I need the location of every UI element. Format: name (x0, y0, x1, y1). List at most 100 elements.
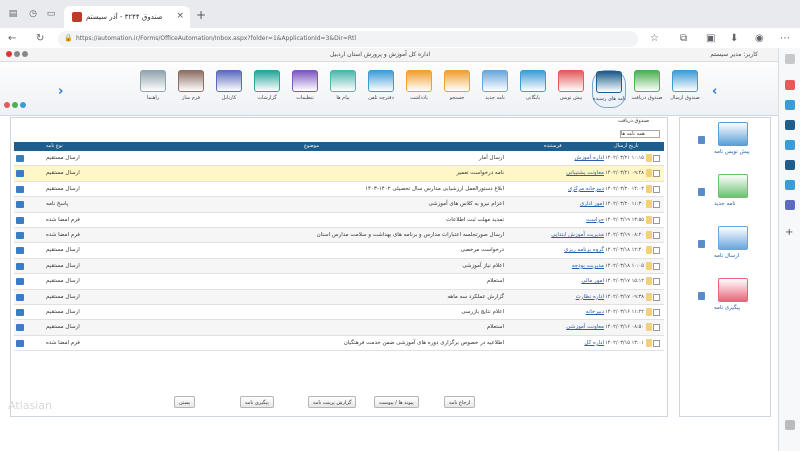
scroll-left-icon[interactable]: › (58, 84, 63, 99)
sidebar-settings-icon[interactable] (785, 420, 795, 430)
toolbar-item[interactable]: کارتابل (212, 70, 246, 108)
row-checkbox[interactable] (653, 216, 660, 224)
cell-sender[interactable]: اداره نظارت (576, 294, 604, 300)
sidebar-shopping-icon[interactable] (785, 80, 795, 90)
favorite-icon[interactable]: ☆ (650, 33, 659, 44)
toolbar-item[interactable]: نامه های رسیده (592, 70, 626, 108)
toolbar-item[interactable]: صندوق ارسال (668, 70, 702, 108)
message-icon[interactable] (16, 170, 24, 178)
cell-sender[interactable]: گروه برنامه ریزی (564, 247, 604, 253)
col-date[interactable]: تاریخ ارسال (614, 143, 639, 149)
table-row[interactable]: ارسال مستقیم ارسال آمار اداره آموزش ۱۴۰۲/۰۳… (14, 151, 664, 167)
message-icon[interactable] (16, 324, 24, 332)
window-menu-icon[interactable]: ▤ (8, 9, 18, 19)
toolbar-item[interactable]: پیام ها (326, 70, 360, 108)
table-row[interactable]: ارسال مستقیم درخواست مرخصی گروه برنامه ریز… (14, 243, 664, 259)
toolbar-item[interactable]: جستجو (440, 70, 474, 108)
toolbar-item[interactable]: گزارشات (250, 70, 284, 108)
action-button[interactable]: بستن (174, 396, 196, 408)
table-row[interactable]: فرم امضا شده تمدید مهلت ثبت اطلاعات حراست ۱… (14, 213, 664, 228)
cell-sender[interactable]: حراست (586, 217, 604, 223)
sidebar-search-icon[interactable] (785, 54, 795, 64)
cell-sender[interactable]: اداره آموزش (575, 155, 604, 161)
message-icon[interactable] (16, 339, 24, 347)
downloads-icon[interactable]: ⬇ (730, 33, 738, 44)
action-button[interactable]: پیوند ها / پیوست (374, 396, 419, 408)
sidebar-outlook-icon[interactable] (785, 160, 795, 170)
browser-menu-icon[interactable]: ⋯ (780, 33, 790, 44)
message-icon[interactable] (16, 201, 24, 209)
toolbar-item[interactable]: راهنما (136, 70, 170, 108)
row-checkbox[interactable] (653, 308, 660, 316)
user-icon[interactable] (22, 51, 28, 57)
table-row[interactable]: ارسال مستقیم استعلام امور مالی ۱۴۰۲/۰۳/۱۷ ۱… (14, 274, 664, 290)
row-checkbox[interactable] (653, 278, 660, 286)
table-row[interactable]: فرم امضا شده ارسال صورتجلسه اعتبارات مدار… (14, 227, 664, 244)
toolbar-item[interactable]: فرم ساز (174, 70, 208, 108)
action-button[interactable]: پیگیری نامه (240, 396, 274, 408)
cell-sender[interactable]: امور مالی (581, 278, 604, 284)
action-button[interactable]: ارجاع نامه (444, 396, 476, 408)
sidebar-mail-icon[interactable] (785, 180, 795, 190)
table-row[interactable]: ارسال مستقیم استعلام معاونت آموزشی ۱۴۰۲/۰۳/… (14, 320, 664, 336)
message-icon[interactable] (16, 231, 24, 239)
tab-close-icon[interactable]: × (176, 11, 184, 21)
shortcut-item[interactable]: نامه جدید (686, 174, 768, 218)
profile-icon[interactable]: ◉ (755, 33, 764, 44)
toolbar-item[interactable]: تنظیمات (288, 70, 322, 108)
row-checkbox[interactable] (653, 339, 660, 347)
tab-group-icon[interactable]: ▭ (46, 9, 56, 19)
cell-sender[interactable]: معاونت آموزشی (566, 324, 604, 330)
toolbar-item[interactable]: نامه جدید (478, 70, 512, 108)
table-row[interactable]: ارسال مستقیم گزارش عملکرد سه ماهه اداره نظ… (14, 289, 664, 305)
message-icon[interactable] (16, 262, 24, 270)
sidebar-teams-icon[interactable] (785, 200, 795, 210)
message-icon[interactable] (16, 155, 24, 162)
row-checkbox[interactable] (653, 324, 660, 332)
cell-sender[interactable]: معاونت پشتیبانی (566, 170, 604, 176)
cell-sender[interactable]: اداره کل (584, 340, 604, 346)
table-row[interactable]: فرم امضا شده اطلاعیه در خصوص برگزاری دوره… (14, 336, 664, 352)
sidebar-add-icon[interactable]: + (785, 228, 795, 238)
toolbar-item[interactable]: بایگانی (516, 70, 550, 108)
filter-select[interactable]: همه نامه ها (620, 130, 660, 138)
collections-icon[interactable]: ▣ (706, 33, 715, 44)
url-field[interactable]: 🔒 https://automation.ir/Forms/OfficeAuto… (58, 31, 638, 47)
sidebar-games-icon[interactable] (785, 120, 795, 130)
message-icon[interactable] (16, 293, 24, 301)
cell-sender[interactable]: مدیریت بودجه (572, 263, 604, 269)
message-icon[interactable] (16, 247, 24, 255)
message-icon[interactable] (16, 185, 24, 193)
cell-sender[interactable]: دبیرخانه مرکزی (568, 186, 604, 192)
col-subject[interactable]: موضوع (304, 143, 319, 149)
row-checkbox[interactable] (653, 247, 660, 255)
message-icon[interactable] (16, 278, 24, 286)
close-app-icon[interactable] (6, 51, 12, 57)
toolbar-item[interactable]: صندوق دریافت (630, 70, 664, 108)
reload-icon[interactable]: ↻ (36, 33, 44, 44)
table-row[interactable]: ارسال مستقیم اعلام نتایج بازرسی دبیرخانه ۱۴… (14, 305, 664, 321)
browser-tab[interactable]: صندوق ۳۲۴۴ - آذر سیستم × (64, 6, 190, 28)
toolbar-item[interactable]: یادداشت (402, 70, 436, 108)
toolbar-item[interactable]: پیش نویس (554, 70, 588, 108)
cell-sender[interactable]: امور اداری (580, 201, 604, 207)
message-icon[interactable] (16, 308, 24, 316)
row-checkbox[interactable] (653, 262, 660, 270)
table-row[interactable]: ارسال مستقیم ابلاغ دستورالعمل ارزشیابی مد… (14, 182, 664, 198)
row-checkbox[interactable] (653, 155, 660, 162)
row-checkbox[interactable] (653, 293, 660, 301)
message-icon[interactable] (16, 216, 24, 224)
table-row[interactable]: پاسخ نامه اعزام نیرو به کلاس های آموزشی ام… (14, 197, 664, 213)
scroll-right-icon[interactable]: ‹ (712, 84, 717, 99)
col-sender[interactable]: فرستنده (544, 143, 562, 149)
extensions-icon[interactable]: ⧉ (680, 33, 687, 44)
col-from[interactable]: نوع نامه (46, 143, 63, 149)
table-row[interactable]: ارسال مستقیم نامه درخواست تعمیر معاونت پشت… (14, 166, 664, 182)
shortcut-item[interactable]: پیگیری نامه (686, 278, 768, 322)
row-checkbox[interactable] (653, 201, 660, 209)
cell-sender[interactable]: مدیریت آموزش ابتدایی (551, 232, 604, 238)
settings-icon[interactable] (14, 51, 20, 57)
back-icon[interactable]: ← (8, 33, 16, 44)
row-checkbox[interactable] (653, 231, 660, 239)
shortcut-item[interactable]: پیش نویس نامه (686, 122, 768, 166)
